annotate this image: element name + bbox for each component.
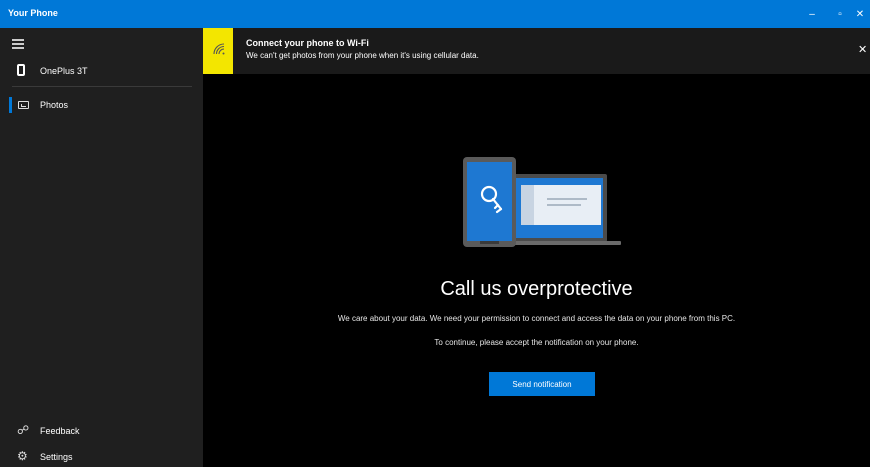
minimize-button[interactable]: – [798, 0, 826, 28]
banner-close-button[interactable]: ✕ [858, 44, 867, 56]
hamburger-menu-icon[interactable] [12, 39, 24, 49]
wifi-banner: Connect your phone to Wi-Fi We can't get… [203, 28, 870, 74]
send-notification-button[interactable]: Send notification [489, 372, 595, 396]
close-window-button[interactable]: ✕ [850, 0, 870, 28]
close-icon: ✕ [858, 44, 868, 56]
device-item[interactable]: OnePlus 3T [0, 58, 203, 84]
maximize-icon: ▫ [838, 8, 842, 20]
minimize-icon: – [809, 8, 815, 20]
banner-text: We can't get photos from your phone when… [246, 51, 479, 60]
photos-icon [18, 101, 29, 109]
gear-icon: ⚙ [17, 449, 28, 463]
window-title: Your Phone [8, 8, 58, 18]
permission-description: We care about your data. We need your pe… [337, 314, 736, 323]
sidebar-divider [12, 86, 192, 87]
close-icon: ✕ [855, 8, 865, 20]
sidebar-item-settings[interactable]: ⚙ Settings [0, 446, 203, 467]
sidebar: OnePlus 3T Photos ☍ Feedback ⚙ Settings [0, 28, 203, 467]
sidebar-item-label: Feedback [40, 426, 80, 436]
feedback-icon: ☍ [17, 423, 30, 437]
sidebar-item-photos[interactable]: Photos [0, 94, 203, 116]
page-title: Call us overprotective [440, 278, 633, 300]
selection-indicator [9, 97, 12, 113]
sidebar-item-label: Settings [40, 452, 73, 462]
phone-pc-illustration [463, 157, 621, 247]
phone-icon [17, 64, 25, 76]
banner-title: Connect your phone to Wi-Fi [246, 38, 369, 48]
sidebar-item-feedback[interactable]: ☍ Feedback [0, 420, 203, 442]
permission-instruction: To continue, please accept the notificat… [434, 338, 639, 347]
device-name: OnePlus 3T [40, 66, 88, 76]
title-bar: Your Phone – ▫ ✕ [0, 0, 870, 28]
wifi-icon [213, 43, 225, 55]
sidebar-item-label: Photos [40, 100, 69, 110]
banner-icon-tile [203, 28, 233, 74]
